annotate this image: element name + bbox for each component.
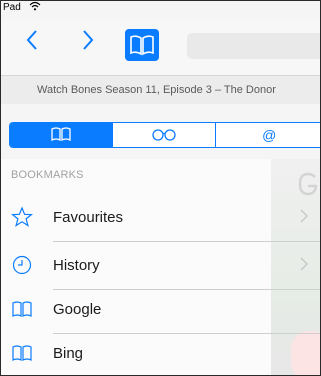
- book-icon: [11, 342, 33, 364]
- list-item-bing[interactable]: Bing: [1, 330, 320, 375]
- section-header: BOOKMARKS: [11, 169, 84, 181]
- chevron-right-icon: [300, 194, 308, 242]
- device-label: Pad: [3, 2, 21, 13]
- book-icon: [11, 298, 33, 320]
- wifi-icon: [29, 1, 41, 14]
- list-item-favourites[interactable]: Favourites: [1, 194, 320, 242]
- list-item-label: Bing: [53, 345, 84, 362]
- list-item-label: Favourites: [53, 209, 124, 226]
- glasses-icon: [151, 127, 177, 144]
- screen: Pad Watch Bones Season 11, Episode 3 – T…: [0, 0, 321, 376]
- back-button[interactable]: [25, 29, 45, 57]
- status-bar: Pad: [1, 1, 320, 19]
- tab-reading-list[interactable]: [113, 123, 217, 147]
- browser-toolbar: [1, 19, 320, 75]
- bookmarks-button[interactable]: [125, 29, 159, 61]
- tab-shared-links[interactable]: @: [216, 123, 320, 147]
- chevron-right-icon: [300, 242, 308, 290]
- list-item-google[interactable]: Google: [1, 286, 320, 334]
- list-item-label: Google: [53, 301, 102, 318]
- sidebar-segmented-control: @: [9, 122, 320, 148]
- page-title-bar: Watch Bones Season 11, Episode 3 – The D…: [1, 76, 320, 104]
- address-bar[interactable]: [187, 33, 320, 59]
- book-icon: [50, 126, 72, 145]
- page-title: Watch Bones Season 11, Episode 3 – The D…: [37, 84, 276, 96]
- book-icon: [125, 35, 159, 65]
- star-icon: [10, 206, 34, 228]
- at-icon: @: [262, 127, 277, 143]
- clock-icon: [11, 254, 33, 276]
- list-item-label: History: [53, 257, 100, 274]
- forward-button[interactable]: [81, 29, 101, 57]
- list-item-history[interactable]: History: [1, 242, 320, 290]
- tab-bookmarks[interactable]: [10, 123, 113, 147]
